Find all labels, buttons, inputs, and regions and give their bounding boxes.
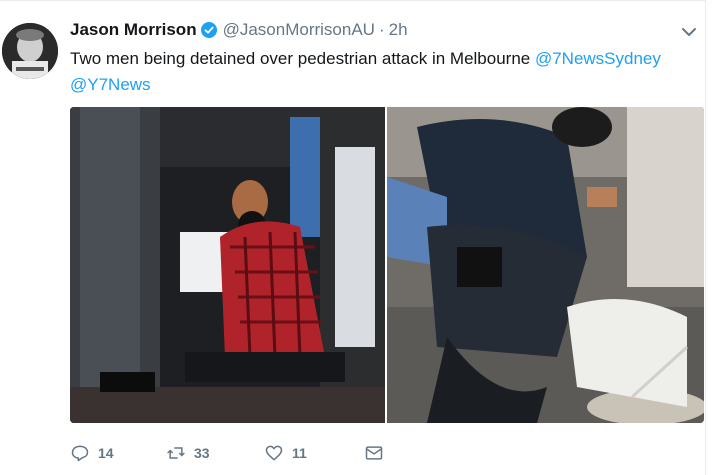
mention-link-7newssydney[interactable]: @7NewsSydney — [535, 49, 661, 68]
tweet-card[interactable]: Jason Morrison @JasonMorrisonAU · 2h Two… — [0, 0, 706, 475]
photo-left[interactable] — [70, 107, 385, 423]
direct-message-button[interactable] — [364, 443, 384, 463]
reply-icon — [70, 443, 90, 463]
tweet-header: Jason Morrison @JasonMorrisonAU · 2h — [70, 19, 408, 41]
verified-badge-icon — [200, 22, 217, 38]
tweet-timestamp[interactable]: 2h — [389, 20, 408, 40]
photo-right[interactable] — [387, 107, 704, 423]
like-button[interactable]: 11 — [264, 443, 364, 463]
tweet-actions: 14 33 11 — [70, 441, 384, 465]
media-grid — [70, 107, 704, 423]
retweet-icon — [166, 443, 186, 463]
heart-icon — [264, 443, 284, 463]
retweet-count: 33 — [194, 445, 210, 461]
tweet-text: Two men being detained over pedestrian a… — [70, 46, 690, 98]
reply-button[interactable]: 14 — [70, 443, 166, 463]
author-name[interactable]: Jason Morrison — [70, 20, 197, 40]
page: Jason Morrison @JasonMorrisonAU · 2h Two… — [0, 0, 723, 475]
author-handle[interactable]: @JasonMorrisonAU — [223, 20, 375, 40]
mention-link-y7news[interactable]: @Y7News — [70, 75, 151, 94]
reply-count: 14 — [98, 445, 114, 461]
retweet-button[interactable]: 33 — [166, 443, 264, 463]
avatar-image — [2, 23, 58, 79]
envelope-icon — [364, 443, 384, 463]
like-count: 11 — [292, 445, 307, 461]
chevron-down-icon[interactable] — [679, 22, 699, 42]
avatar[interactable] — [2, 23, 58, 79]
tweet-text-body: Two men being detained over pedestrian a… — [70, 49, 535, 68]
separator-dot: · — [378, 20, 385, 39]
